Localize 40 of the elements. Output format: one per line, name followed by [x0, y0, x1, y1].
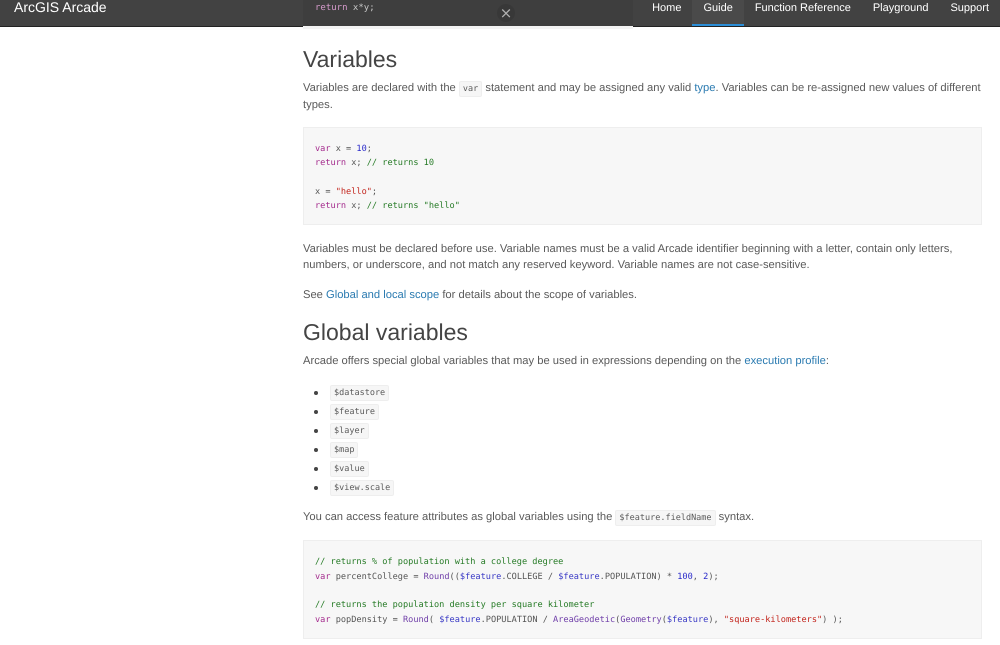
code-line: var percentCollege = Round(($feature.COLLEGE / $feature.POPULATION) * 100, 2); [315, 570, 720, 584]
bullet-icon [314, 410, 318, 414]
site-title[interactable]: ArcGIS Arcade [0, 0, 107, 15]
inline-code: $datastore [330, 384, 390, 401]
bullet-icon [314, 466, 318, 471]
bullet-icon [314, 486, 318, 490]
nav-tab[interactable]: Guide [692, 0, 744, 26]
paragraph: Variables are declared with the var statement and may be assigned any valid type. Variables can be re-assigned new values of different types. [303, 80, 982, 113]
bullet-icon [314, 448, 318, 452]
code-line: x = "hello"; [315, 186, 378, 199]
nav-tab[interactable]: Home [641, 0, 692, 26]
inline-code: $map [330, 442, 358, 458]
paragraph: Variables must be declared before use. Variable names must be a valid Arcade identifier beginning with a letter, contain only letters, numbers, or underscore, and not match any reserved keyword. Variable names are not case-sensitive. [303, 242, 954, 274]
section-heading: Global variables [303, 318, 469, 348]
code-line: // returns % of population with a college degree [315, 556, 564, 570]
inline-code: $value [330, 460, 369, 477]
section-heading: Variables [303, 45, 398, 74]
inline-code: $feature [330, 404, 379, 420]
nav-tab[interactable]: Support [939, 0, 1000, 26]
link[interactable]: type [694, 82, 716, 94]
code-line: // returns the population density per square kilometer [315, 599, 596, 612]
paragraph: You can access feature attributes as global variables using the $feature.fieldName syntax. [303, 509, 982, 526]
bullet-icon [314, 428, 318, 433]
nav-tab[interactable]: Function Reference [744, 0, 862, 26]
paragraph: See Global and local scope for details about the scope of variables. [303, 288, 638, 304]
paragraph: Arcade offers special global variables that may be used in expressions depending on the execution profile: [303, 354, 830, 370]
code-line: var x = 10; [315, 143, 373, 156]
link[interactable]: Global and local scope [326, 289, 440, 302]
close-icon[interactable]: × [497, 4, 515, 22]
code-line: var popDensity = Round( $feature.POPULATION / AreaGeodetic(Geometry($feature), "square-kilometers") ); [315, 614, 844, 627]
inline-code: $feature.fieldName [615, 510, 716, 526]
code-line: return x; // returns 10 [315, 157, 436, 170]
inline-code: $layer [330, 422, 369, 439]
code-line: return x; // returns "hello" [315, 200, 461, 214]
code-line: return x*y; [315, 3, 375, 13]
nav-tab[interactable]: Playground [862, 0, 940, 26]
inline-code: var [458, 81, 482, 97]
link[interactable]: execution profile [744, 355, 826, 368]
inline-code: $view.scale [330, 480, 394, 496]
bullet-icon [314, 390, 318, 395]
